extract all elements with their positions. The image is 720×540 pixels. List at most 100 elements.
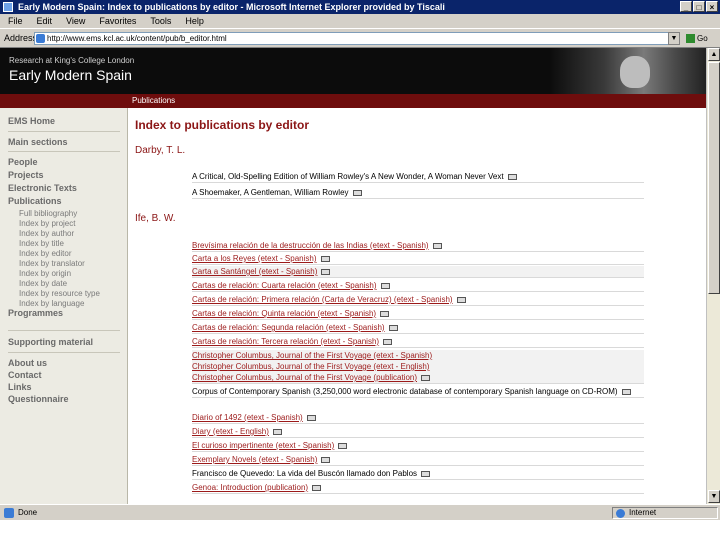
publication-link[interactable]: Cartas de relación: Tercera relación (et…	[192, 336, 644, 348]
menu-file[interactable]: File	[8, 16, 23, 26]
address-dropdown-button[interactable]: ▼	[668, 32, 680, 45]
site-title[interactable]: Early Modern Spain	[9, 67, 132, 83]
blank-area	[0, 520, 720, 540]
record-icon[interactable]	[456, 296, 466, 303]
nav-people[interactable]: People	[8, 157, 38, 167]
close-button[interactable]: ×	[706, 1, 718, 12]
address-input[interactable]	[34, 32, 670, 45]
publication-link[interactable]: Christopher Columbus, Journal of the Fir…	[192, 372, 644, 384]
nav-projects[interactable]: Projects	[8, 170, 44, 180]
record-icon[interactable]	[421, 374, 430, 381]
record-icon[interactable]	[321, 456, 331, 463]
publication-title[interactable]: Diario of 1492 (etext - Spanish)	[192, 413, 303, 422]
menu-favorites[interactable]: Favorites	[99, 16, 136, 26]
record-icon[interactable]	[321, 268, 331, 275]
maximize-button[interactable]: □	[693, 1, 705, 12]
publication-title[interactable]: Christopher Columbus, Journal of the Fir…	[192, 362, 429, 371]
publication-title[interactable]: Cartas de relación: Cuarta relación (ete…	[192, 281, 377, 290]
record-icon[interactable]	[621, 388, 631, 395]
nav-index-by-origin[interactable]: Index by origin	[19, 269, 71, 278]
publication-link[interactable]: El curioso impertinente (etext - Spanish…	[192, 440, 644, 452]
publication-title[interactable]: Carta a los Reyes (etext - Spanish)	[192, 254, 317, 263]
record-icon[interactable]	[338, 442, 348, 449]
publication-title[interactable]: Brevísima relación de la destrucción de …	[192, 241, 429, 250]
page-viewport: Research at King's College London Early …	[0, 48, 706, 504]
record-icon[interactable]	[320, 255, 330, 262]
nav-about-us[interactable]: About us	[8, 358, 47, 368]
record-icon[interactable]	[380, 310, 390, 317]
nav-ems-home[interactable]: EMS Home	[8, 116, 55, 126]
record-icon[interactable]	[507, 173, 517, 180]
record-icon[interactable]	[383, 338, 393, 345]
publication-title[interactable]: Cartas de relación: Tercera relación (et…	[192, 337, 379, 346]
publication-link[interactable]: Carta a Santángel (etext - Spanish)	[192, 266, 644, 278]
publication-title[interactable]: Genoa: Introduction (publication)	[192, 483, 308, 492]
nav-full-bibliography[interactable]: Full bibliography	[19, 209, 77, 218]
nav-index-by-project[interactable]: Index by project	[19, 219, 75, 228]
menu-help[interactable]: Help	[185, 16, 204, 26]
page-icon	[36, 34, 45, 43]
publication-title[interactable]: El curioso impertinente (etext - Spanish…	[192, 441, 334, 450]
menu-view[interactable]: View	[66, 16, 85, 26]
record-icon[interactable]	[352, 189, 362, 196]
nav-index-by-author[interactable]: Index by author	[19, 229, 74, 238]
nav-links[interactable]: Links	[8, 382, 32, 392]
record-icon[interactable]	[306, 414, 316, 421]
scrollbar-thumb[interactable]	[708, 62, 720, 294]
publication-link[interactable]: Brevísima relación de la destrucción de …	[192, 240, 644, 252]
nav-index-by-resource-type[interactable]: Index by resource type	[19, 289, 100, 298]
publication-link[interactable]: Exemplary Novels (etext - Spanish)	[192, 454, 644, 466]
menu-tools[interactable]: Tools	[150, 16, 171, 26]
publication-link[interactable]: Carta a los Reyes (etext - Spanish)	[192, 253, 644, 265]
editor-name: Ife, B. W.	[135, 213, 176, 224]
sidebar-nav: EMS Home Main sections People Projects E…	[0, 108, 128, 504]
nav-supporting-material[interactable]: Supporting material	[8, 337, 93, 347]
record-icon[interactable]	[421, 470, 431, 477]
nav-index-by-title[interactable]: Index by title	[19, 239, 64, 248]
nav-electronic-texts[interactable]: Electronic Texts	[8, 183, 77, 193]
nav-programmes[interactable]: Programmes	[8, 308, 63, 318]
record-icon[interactable]	[432, 242, 442, 249]
section-bar: Publications	[0, 94, 706, 108]
publication-link[interactable]: Cartas de relación: Cuarta relación (ete…	[192, 280, 644, 292]
nav-index-by-language[interactable]: Index by language	[19, 299, 84, 308]
record-icon[interactable]	[388, 324, 398, 331]
publication-link[interactable]: Diary (etext - English)	[192, 426, 644, 438]
publication-link[interactable]: Cartas de relación: Segunda relación (et…	[192, 322, 644, 334]
menu-edit[interactable]: Edit	[37, 16, 53, 26]
publication-title[interactable]: Cartas de relación: Primera relación (Ca…	[192, 295, 453, 304]
go-label: Go	[697, 34, 708, 43]
main-content: Index to publications by editor Darby, T…	[128, 108, 706, 504]
record-icon[interactable]	[380, 282, 390, 289]
publication-title[interactable]: Christopher Columbus, Journal of the Fir…	[192, 351, 432, 360]
vertical-scrollbar[interactable]: ▲ ▼	[706, 48, 720, 504]
nav-questionnaire[interactable]: Questionnaire	[8, 394, 69, 404]
scroll-up-arrow-icon[interactable]: ▲	[708, 48, 720, 61]
scroll-down-arrow-icon[interactable]: ▼	[708, 490, 720, 503]
publication-title[interactable]: Cartas de relación: Segunda relación (et…	[192, 323, 385, 332]
minimize-button[interactable]: _	[680, 1, 692, 12]
nav-index-by-translator[interactable]: Index by translator	[19, 259, 85, 268]
nav-divider	[8, 352, 120, 353]
go-button[interactable]: Go	[686, 32, 714, 45]
publication-link[interactable]: Cartas de relación: Primera relación (Ca…	[192, 294, 644, 306]
record-icon[interactable]	[312, 484, 322, 491]
nav-contact[interactable]: Contact	[8, 370, 42, 380]
banner-subtitle: Research at King's College London	[9, 56, 135, 65]
publication-title[interactable]: Carta a Santángel (etext - Spanish)	[192, 267, 317, 276]
publication-link[interactable]: Genoa: Introduction (publication)	[192, 482, 644, 494]
publication-title[interactable]: Exemplary Novels (etext - Spanish)	[192, 455, 317, 464]
publication-link[interactable]: Diario of 1492 (etext - Spanish)	[192, 412, 644, 424]
publication-title[interactable]: Diary (etext - English)	[192, 427, 269, 436]
page-title: Index to publications by editor	[135, 118, 310, 132]
nav-main-sections[interactable]: Main sections	[8, 137, 68, 147]
nav-index-by-editor[interactable]: Index by editor	[19, 249, 71, 258]
nav-index-by-date[interactable]: Index by date	[19, 279, 67, 288]
nav-publications[interactable]: Publications	[8, 196, 62, 206]
record-icon[interactable]	[272, 428, 282, 435]
publication-item: Francisco de Quevedo: La vida del Buscón…	[192, 468, 644, 480]
security-zone: Internet	[612, 507, 718, 519]
publication-link[interactable]: Cartas de relación: Quinta relación (ete…	[192, 308, 644, 320]
publication-title[interactable]: Christopher Columbus, Journal of the Fir…	[192, 373, 417, 382]
publication-title[interactable]: Cartas de relación: Quinta relación (ete…	[192, 309, 376, 318]
